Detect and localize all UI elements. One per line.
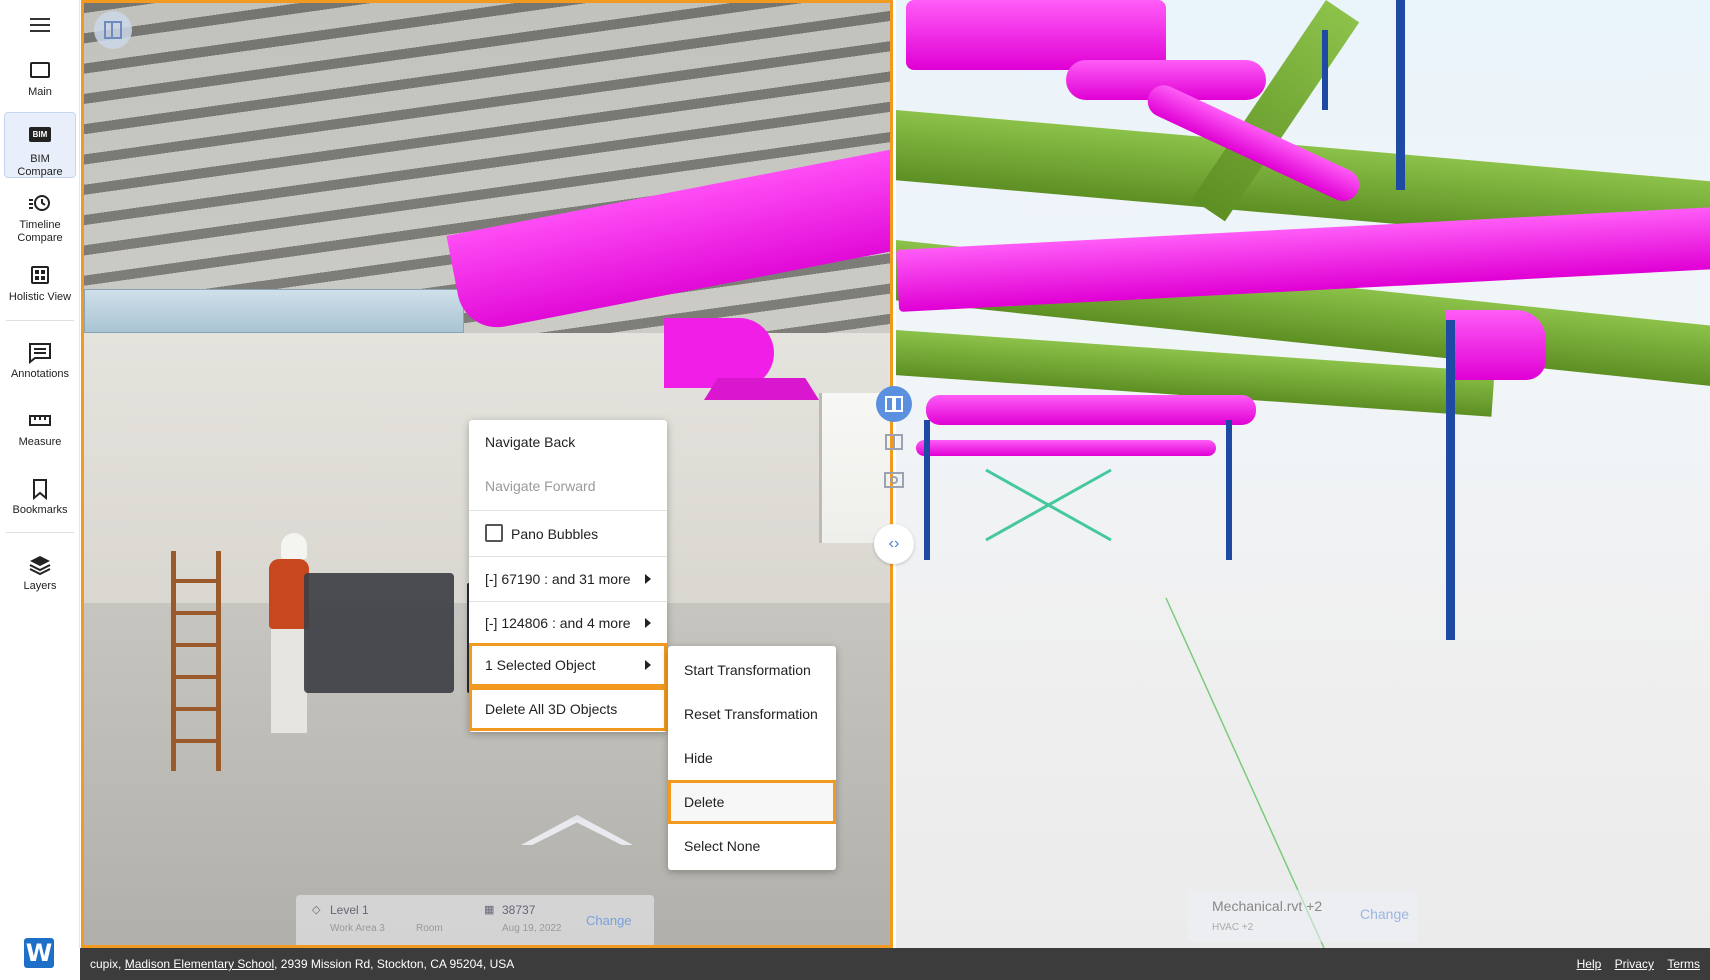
app-logo: W bbox=[24, 938, 54, 968]
menu-icon[interactable] bbox=[26, 14, 54, 34]
model-sub: HVAC +2 bbox=[1212, 922, 1254, 933]
model-name[interactable]: Mechanical.rvt +2 bbox=[1212, 898, 1322, 914]
sidebar-item-label: Main bbox=[28, 86, 52, 98]
layer-level-icon: ◇ bbox=[312, 904, 321, 916]
sidebar-item-timeline-compare[interactable]: Timeline Compare bbox=[4, 193, 76, 244]
delete-item[interactable]: Delete bbox=[668, 780, 836, 824]
sidebar-item-label: Timeline Compare bbox=[17, 219, 63, 244]
overlay-view-icon[interactable] bbox=[876, 424, 912, 460]
sidebar-divider bbox=[6, 320, 74, 321]
timeline-icon bbox=[28, 193, 52, 215]
sidebar-divider bbox=[6, 532, 74, 533]
ladder bbox=[171, 551, 221, 771]
help-link[interactable]: Help bbox=[1577, 957, 1602, 971]
object-group-label: [-] 67190 : and 31 more bbox=[485, 571, 631, 587]
sidebar-item-bookmarks[interactable]: Bookmarks bbox=[4, 478, 76, 518]
work-area-select[interactable]: Work Area 3 bbox=[330, 923, 385, 934]
bim-duct-elbow[interactable] bbox=[664, 318, 774, 388]
object-group-item-1[interactable]: [-] 67190 : and 31 more bbox=[469, 557, 667, 601]
navigate-back-item[interactable]: Navigate Back bbox=[469, 420, 667, 464]
monitor-icon bbox=[28, 60, 52, 82]
delete-all-3d-objects-item[interactable]: Delete All 3D Objects bbox=[469, 687, 667, 731]
change-model-button[interactable]: Change bbox=[1360, 906, 1409, 922]
hide-item[interactable]: Hide bbox=[668, 736, 836, 780]
sidebar-item-label: Measure bbox=[18, 436, 62, 448]
sidebar-item-holistic-view[interactable]: Holistic View bbox=[4, 265, 76, 305]
company-name: cupix, bbox=[90, 957, 122, 971]
sidebar-item-label: Holistic View bbox=[8, 291, 72, 303]
reset-transformation-item[interactable]: Reset Transformation bbox=[668, 692, 836, 736]
caret-right-icon bbox=[645, 660, 651, 670]
object-group-item-2[interactable]: [-] 124806 : and 4 more bbox=[469, 601, 667, 645]
bim-icon: BIM bbox=[28, 127, 52, 149]
sidebar-item-main[interactable]: Main bbox=[4, 60, 76, 100]
bim-lines bbox=[985, 468, 1325, 948]
object-group-label: [-] 124806 : and 4 more bbox=[485, 615, 631, 631]
pano-bubbles-checkbox[interactable] bbox=[485, 524, 503, 543]
minimap-toggle-icon[interactable] bbox=[94, 11, 132, 49]
bim-diffuser[interactable] bbox=[704, 378, 819, 400]
ruler-icon bbox=[28, 410, 52, 432]
project-address: , 2939 Mission Rd, Stockton, CA 95204, U… bbox=[274, 957, 515, 971]
annotation-icon bbox=[28, 342, 52, 365]
bim-viewer[interactable]: Mechanical.rvt +2 HVAC +2 Change bbox=[896, 0, 1710, 948]
sidebar-item-annotations[interactable]: Annotations bbox=[4, 342, 76, 382]
chevrons-icon: ‹› bbox=[888, 535, 900, 552]
selected-object-submenu: Start Transformation Reset Transformatio… bbox=[668, 646, 836, 870]
navigate-forward-item: Navigate Forward bbox=[485, 478, 596, 494]
selected-object-label: 1 Selected Object bbox=[485, 657, 596, 673]
project-link[interactable]: Madison Elementary School bbox=[125, 957, 274, 971]
model-info-card: Mechanical.rvt +2 HVAC +2 Change bbox=[1188, 890, 1418, 942]
bookmark-icon bbox=[28, 478, 52, 501]
photo-view-icon[interactable] bbox=[876, 462, 912, 498]
capture-date: Aug 19, 2022 bbox=[502, 923, 562, 934]
view-mode-toolbar bbox=[874, 386, 914, 506]
caret-right-icon bbox=[645, 574, 651, 584]
terms-link[interactable]: Terms bbox=[1667, 957, 1700, 971]
footer-bar: cupix, Madison Elementary School, 2939 M… bbox=[80, 948, 1710, 980]
privacy-link[interactable]: Privacy bbox=[1615, 957, 1654, 971]
sidebar-item-label: Annotations bbox=[10, 368, 70, 380]
sidebar-item-bim-compare[interactable]: BIM BIM Compare bbox=[4, 112, 76, 178]
split-view-icon[interactable] bbox=[876, 386, 912, 422]
grid-icon bbox=[28, 265, 52, 287]
start-transformation-item[interactable]: Start Transformation bbox=[668, 648, 836, 692]
sidebar-item-layers[interactable]: Layers bbox=[4, 554, 76, 594]
capture-info-card: ◇ Level 1 Work Area 3 Room ▦ 38737 Aug 1… bbox=[296, 895, 654, 945]
change-capture-button[interactable]: Change bbox=[586, 913, 632, 928]
sidebar-item-label: Layers bbox=[23, 580, 57, 592]
capture-id: 38737 bbox=[502, 903, 536, 917]
selected-object-item[interactable]: 1 Selected Object bbox=[469, 643, 667, 687]
level-label[interactable]: Level 1 bbox=[330, 903, 369, 917]
layers-icon bbox=[28, 554, 52, 576]
sidebar-item-label: Bookmarks bbox=[12, 504, 68, 516]
sync-views-button[interactable]: ‹› bbox=[874, 524, 914, 564]
room-select[interactable]: Room bbox=[416, 923, 443, 934]
existing-duct bbox=[84, 289, 464, 333]
sidebar-item-measure[interactable]: Measure bbox=[4, 410, 76, 450]
caret-right-icon bbox=[645, 618, 651, 628]
context-menu: Navigate Back Navigate Forward Pano Bubb… bbox=[469, 420, 667, 732]
menu-divider bbox=[469, 510, 667, 511]
calendar-icon: ▦ bbox=[484, 904, 495, 916]
select-none-item[interactable]: Select None bbox=[668, 824, 836, 868]
equipment-cart bbox=[304, 573, 454, 693]
sidebar-item-label: BIM Compare bbox=[17, 153, 63, 178]
sidebar: Main BIM BIM Compare Timeline Compare Ho… bbox=[0, 0, 80, 968]
pano-bubbles-label: Pano Bubbles bbox=[511, 526, 599, 542]
pano-bubbles-item[interactable]: Pano Bubbles bbox=[469, 512, 667, 556]
